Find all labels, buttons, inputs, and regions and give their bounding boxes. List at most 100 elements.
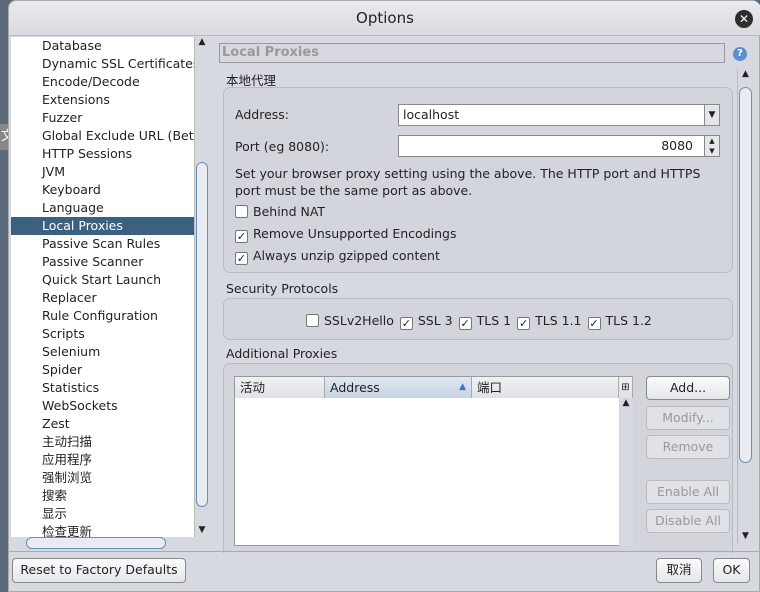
tree-item[interactable]: JVM — [42, 163, 65, 181]
proxy-help-text: Set your browser proxy setting using the… — [235, 166, 701, 198]
tree-item[interactable]: Statistics — [42, 379, 99, 397]
tree-item[interactable]: 显示 — [42, 505, 67, 523]
tree-item[interactable]: Encode/Decode — [42, 73, 140, 91]
tree-item[interactable]: Rule Configuration — [42, 307, 158, 325]
protocol-checkbox[interactable]: ✓ TLS 1.2 — [587, 313, 652, 330]
tree-item[interactable]: Local Proxies — [11, 217, 194, 235]
tree-vertical-scrollbar[interactable]: ▲ ▼ — [194, 37, 209, 537]
scroll-down-icon[interactable]: ▼ — [738, 531, 753, 541]
spinner-arrows-icon[interactable]: ▲ ▼ — [704, 136, 719, 156]
option-label: Always unzip gzipped content — [253, 248, 440, 263]
protocol-label: SSLv2Hello — [324, 313, 394, 328]
checkbox-icon[interactable] — [306, 314, 319, 327]
tree-item[interactable]: HTTP Sessions — [42, 145, 132, 163]
checkbox-icon[interactable]: ✓ — [235, 230, 248, 243]
disable-all-button[interactable]: Disable All — [646, 509, 730, 533]
tree-item[interactable]: Spider — [42, 361, 82, 379]
column-header-active[interactable]: 活动 — [235, 377, 325, 398]
remove-button[interactable]: Remove — [646, 435, 730, 459]
help-icon[interactable]: ? — [733, 47, 747, 61]
add-button[interactable]: Add... — [646, 376, 730, 400]
scroll-up-icon[interactable]: ▲ — [195, 37, 209, 47]
tree-item[interactable]: Selenium — [42, 343, 100, 361]
reset-factory-defaults-button[interactable]: Reset to Factory Defaults — [12, 558, 186, 583]
scroll-down-icon[interactable]: ▼ — [195, 525, 209, 535]
tree-item[interactable]: Fuzzer — [42, 109, 82, 127]
scroll-up-icon[interactable]: ▲ — [619, 398, 633, 408]
port-spinner[interactable]: 8080 ▲ ▼ — [398, 135, 720, 157]
enable-all-button[interactable]: Enable All — [646, 480, 730, 504]
scroll-thumb[interactable] — [196, 162, 208, 507]
address-value: localhost — [403, 107, 460, 122]
port-value: 8080 — [661, 138, 693, 153]
tree-item[interactable]: 强制浏览 — [42, 469, 92, 487]
option-checkbox[interactable]: Behind NAT — [235, 204, 325, 219]
proxies-table[interactable]: 活动 Address ▲ 端口 ⊞ ▲ — [234, 376, 633, 546]
address-header-label: Address — [330, 380, 380, 395]
ok-button[interactable]: OK — [713, 558, 750, 583]
checkbox-icon[interactable] — [235, 205, 248, 218]
protocol-label: TLS 1.2 — [605, 313, 652, 328]
cancel-button[interactable]: 取消 — [656, 558, 702, 583]
port-label: Port (eg 8080): — [235, 139, 330, 154]
table-scrollbar[interactable]: ▲ — [619, 398, 633, 546]
tree-item[interactable]: 应用程序 — [42, 451, 92, 469]
footer-divider — [9, 551, 760, 552]
tree-item[interactable]: Extensions — [42, 91, 110, 109]
tree-item[interactable]: Global Exclude URL (Beta — [42, 127, 194, 145]
tree-item[interactable]: Keyboard — [42, 181, 101, 199]
close-icon[interactable]: ✕ — [735, 10, 753, 28]
option-label: Remove Unsupported Encodings — [253, 226, 457, 241]
hscroll-thumb[interactable] — [26, 537, 166, 549]
checkbox-icon[interactable]: ✓ — [587, 317, 601, 330]
protocol-checkbox[interactable]: SSLv2Hello — [306, 313, 394, 328]
chevron-down-icon[interactable]: ▼ — [704, 105, 719, 125]
local-proxy-group: Address: localhost ▼ Port (eg 8080): 808… — [223, 87, 733, 273]
scroll-up-icon[interactable]: ▲ — [738, 69, 753, 79]
options-tree: Database Dynamic SSL Certificates Encode/D… — [11, 37, 194, 537]
protocol-label: SSL 3 — [417, 313, 453, 328]
tree-item[interactable]: Replacer — [42, 289, 97, 307]
tree-item[interactable]: Passive Scanner — [42, 253, 143, 271]
tree-horizontal-scrollbar[interactable] — [11, 537, 209, 551]
address-combo[interactable]: localhost ▼ — [398, 104, 720, 126]
sort-ascending-icon: ▲ — [459, 382, 466, 392]
tree-item[interactable]: 主动扫描 — [42, 433, 92, 451]
protocol-label: TLS 1 — [476, 313, 512, 328]
column-chooser-icon[interactable]: ⊞ — [619, 377, 633, 398]
tree-item[interactable]: Zest — [42, 415, 70, 433]
option-checkbox[interactable]: ✓ Always unzip gzipped content — [235, 248, 440, 265]
tree-item[interactable]: Database — [42, 37, 102, 55]
options-dialog: Options ✕ Database Dynamic SSL Certificat… — [8, 0, 760, 592]
option-label: Behind NAT — [253, 204, 326, 219]
column-header-port[interactable]: 端口 — [472, 377, 619, 398]
checkbox-icon[interactable]: ✓ — [399, 317, 413, 330]
column-header-address[interactable]: Address ▲ — [325, 377, 472, 398]
checkbox-icon[interactable]: ✓ — [517, 317, 531, 330]
protocol-label: TLS 1.1 — [535, 313, 582, 328]
tree-item[interactable]: Quick Start Launch — [42, 271, 161, 289]
additional-proxies-group: 活动 Address ▲ 端口 ⊞ ▲ Add... Modify... Remo… — [223, 363, 733, 553]
tree-item[interactable]: 检查更新 — [42, 523, 92, 537]
panel-header: Local Proxies — [219, 43, 725, 63]
protocol-checkbox[interactable]: ✓ SSL 3 — [399, 313, 453, 330]
dialog-title: Options — [9, 1, 760, 36]
security-protocols-title: Security Protocols — [226, 281, 339, 296]
option-checkbox[interactable]: ✓ Remove Unsupported Encodings — [235, 226, 456, 243]
tree-item[interactable]: Scripts — [42, 325, 85, 343]
modify-button[interactable]: Modify... — [646, 406, 730, 430]
security-protocols-group: SSLv2Hello ✓ SSL 3 ✓ TLS 1 ✓ TLS 1.1 ✓ TLS 1.2 — [223, 298, 733, 340]
protocol-checkbox[interactable]: ✓ TLS 1 — [458, 313, 512, 330]
address-label: Address: — [235, 107, 289, 122]
tree-item[interactable]: Passive Scan Rules — [42, 235, 160, 253]
tree-item[interactable]: 搜索 — [42, 487, 67, 505]
scroll-thumb[interactable] — [739, 87, 752, 463]
checkbox-icon[interactable]: ✓ — [235, 252, 248, 265]
panel-vertical-scrollbar[interactable]: ▲ ▼ — [737, 69, 753, 543]
tree-item[interactable]: WebSockets — [42, 397, 118, 415]
tree-item[interactable]: Dynamic SSL Certificates — [42, 55, 194, 73]
tree-item[interactable]: Language — [42, 199, 104, 217]
additional-proxies-title: Additional Proxies — [226, 346, 338, 361]
checkbox-icon[interactable]: ✓ — [458, 317, 472, 330]
protocol-checkbox[interactable]: ✓ TLS 1.1 — [517, 313, 582, 330]
